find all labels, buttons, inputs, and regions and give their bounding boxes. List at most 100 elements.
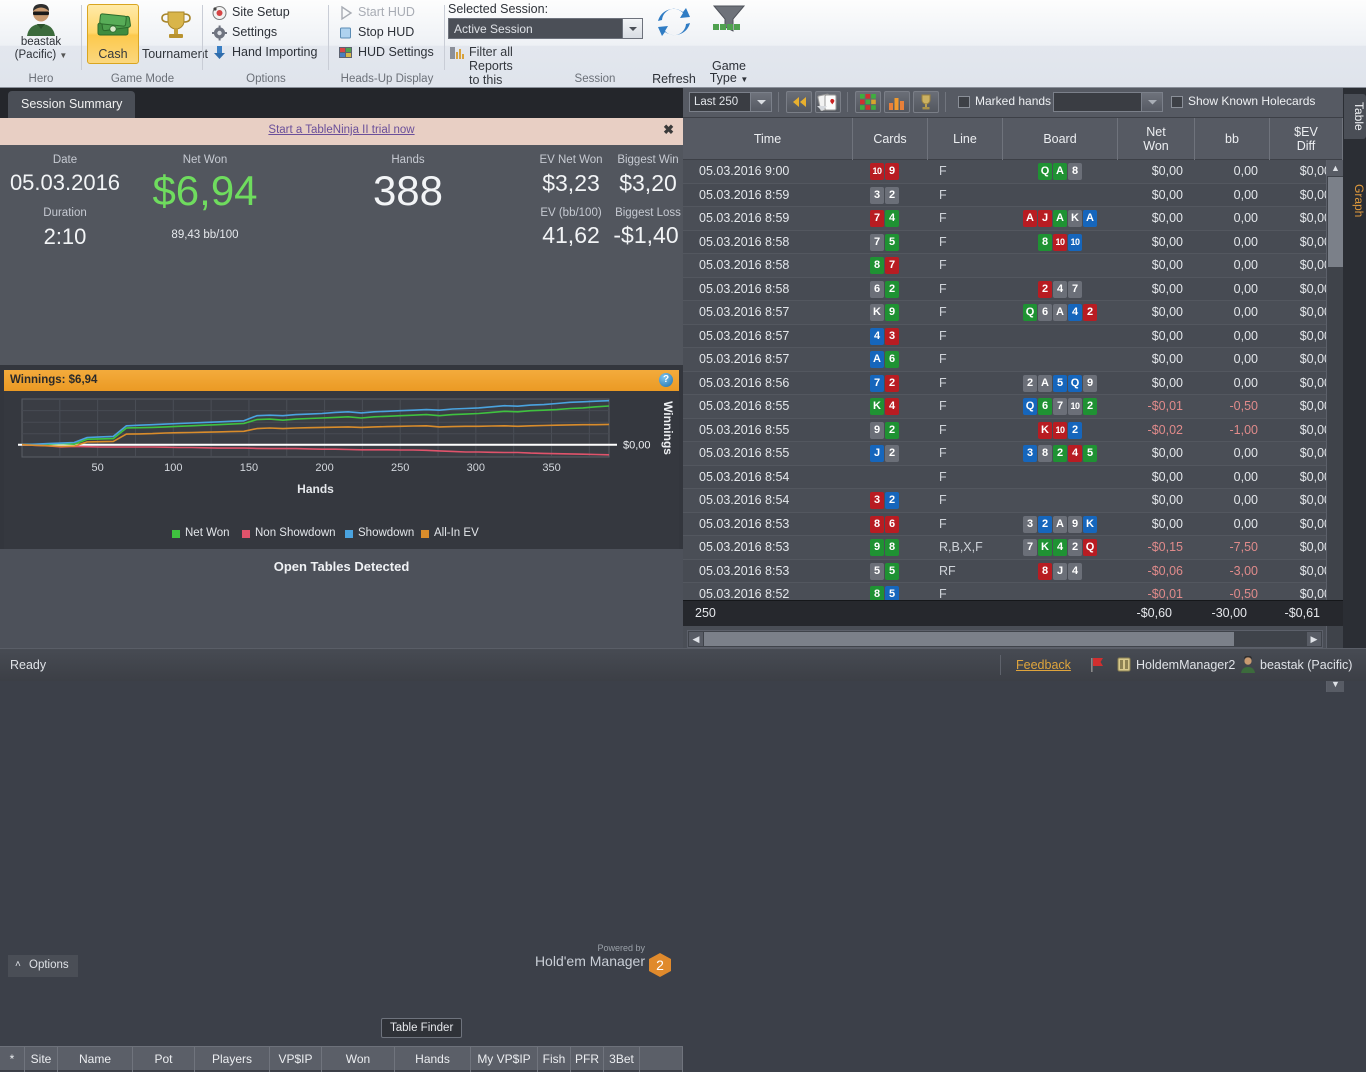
table-row[interactable]: 05.03.2016 8:57K9FQ6A42$0,000,00$0,00MP [683,301,1343,325]
table-row[interactable]: 05.03.2016 8:5672F2A5Q9$0,000,00$0,00MP [683,371,1343,395]
promo-link[interactable]: Start a TableNinja II trial now [0,124,683,136]
open-tables-column-header[interactable]: Name [58,1047,133,1072]
question-mark-icon[interactable]: ? [659,373,673,387]
table-row[interactable]: 05.03.2016 8:55J2F38245$0,000,00$0,00MP [683,442,1343,466]
sort-descending-icon[interactable] [817,106,827,111]
table-row[interactable]: 05.03.2016 8:55 K 4 F Q 6 7 10 2 -$0,01 -0,50 $0,00… [683,395,1343,419]
grid-column-header[interactable]: Line [928,118,1003,160]
table-row[interactable]: 05.03.2016 8:5862F247$0,000,00$0,00EP [683,277,1343,301]
open-tables-column-header[interactable]: Pot [133,1047,195,1072]
cell-line: F [939,258,947,272]
user-avatar-icon [1240,655,1256,673]
selected-session-label: Selected Session: [448,2,549,16]
scroll-left-arrow[interactable]: ◀ [689,632,703,646]
table-row[interactable]: 05.03.2016 8:5355RF8J4-$0,06-3,00$0,00EP [683,559,1343,583]
flag-icon[interactable] [1090,657,1105,672]
net-won-label: Net Won [182,154,228,166]
cash-mode-button[interactable]: Cash [87,4,139,64]
open-tables-column-header[interactable]: 3Bet [604,1047,640,1072]
grid-column-header[interactable]: bb [1195,118,1270,160]
open-tables-column-header[interactable]: My VP$IP [471,1047,538,1072]
close-icon[interactable]: ✖ [663,122,674,138]
ribbon-toolbar: beastak (Pacific) ▼ Hero Cash Tournament… [0,0,1366,101]
table-row[interactable]: 05.03.2016 8:5932F$0,000,00$0,00EP [683,183,1343,207]
holdem-manager-icon[interactable] [1117,657,1131,672]
table-row[interactable]: 05.03.2016 8:5743F$0,000,00$0,00CO [683,324,1343,348]
hole-card: 6 [885,351,899,368]
tournament-mode-button[interactable]: Tournament [142,4,208,64]
hand-count-value: Last 250 [694,96,739,108]
hands-toolbar: Last 250 Marked hands Show Known Holecar… [683,88,1343,118]
chevron-down-icon[interactable] [1141,93,1162,111]
tournament-results-button[interactable] [913,91,939,113]
hole-card: 2 [885,492,899,509]
table-row[interactable]: 05.03.2016 8:5386F32A9K$0,000,00$0,00BTN [683,512,1343,536]
game-type-button[interactable]: Game Type ▼ [700,2,758,85]
grid-column-header[interactable]: Board [1003,118,1118,160]
main-content: Session Summary Start a TableNinja II tr… [0,88,1366,1072]
stop-hud-label: Stop HUD [358,25,415,39]
open-tables-column-header[interactable]: Site [25,1047,58,1072]
chevron-down-icon[interactable]: ▼ [59,51,67,60]
hand-matrix-button[interactable] [855,91,881,113]
grid-column-header[interactable]: Time [683,118,853,160]
chevron-down-icon[interactable] [622,19,642,38]
cell-cards: K4 [870,398,900,416]
ribbon-group-options: Site Setup Settings Hand Importing Optio… [203,0,329,88]
refresh-button[interactable]: Refresh [648,2,700,86]
open-tables-column-header[interactable]: VP$IP [270,1047,322,1072]
cell-cards: 87 [870,257,900,275]
grid-column-header[interactable]: Net Won [1118,118,1195,160]
scroll-up-arrow[interactable]: ▲ [1327,160,1344,176]
hand-count-select[interactable]: Last 250 [689,92,772,112]
grid-column-header[interactable]: Cards [853,118,928,160]
open-tables-column-header[interactable] [640,1047,683,1072]
open-tables-column-header[interactable]: Hands [395,1047,471,1072]
scroll-right-arrow[interactable]: ▶ [1307,632,1321,646]
table-row[interactable]: 05.03.2016 8:54F$0,000,00$0,00CO [683,465,1343,489]
scroll-thumb[interactable] [704,632,1234,646]
horizontal-scrollbar[interactable]: ◀ ▶ [687,630,1323,648]
cell-bb: 0,00 [1233,375,1258,390]
table-row[interactable]: 05.03.2016 8:5974FAJAKA$0,000,00$0,00EP [683,207,1343,231]
table-row[interactable]: 05.03.2016 8:5592FK102-$0,02-1,00$0,00BB [683,418,1343,442]
cell-cards: A6 [870,351,900,369]
bar-chart-button[interactable] [884,91,910,113]
table-finder-button[interactable]: Table Finder [381,1018,463,1038]
tab-table[interactable]: Table [1344,94,1366,139]
chart-options-button[interactable]: ˄ Options [8,955,78,977]
tab-graph[interactable]: Graph [1344,176,1366,225]
open-tables-column-header[interactable]: PFR [571,1047,604,1072]
session-select[interactable]: Active Session [448,18,643,39]
open-tables-column-header[interactable]: Won [322,1047,395,1072]
open-tables-column-header[interactable]: * [0,1047,25,1072]
chart-header: Winnings: $6,94 ? [4,370,679,391]
open-tables-column-header[interactable]: Players [195,1047,270,1072]
group-label-game-mode: Game Mode [110,73,175,85]
tab-session-summary[interactable]: Session Summary [8,91,136,118]
chart-title: Winnings: $6,94 [10,374,98,386]
table-row[interactable]: 05.03.2016 9:00109FQA8$0,000,00$0,00EP [683,160,1343,184]
ev-net-won-label: EV Net Won [539,154,603,166]
board-card: A [1083,210,1097,227]
table-row[interactable]: 05.03.2016 8:5432F$0,000,00$0,00CO [683,489,1343,513]
open-tables-column-header[interactable]: Fish [538,1047,571,1072]
board-card: 3 [1023,445,1037,462]
table-row[interactable]: 05.03.2016 8:5875F81010$0,000,00$0,00EP [683,230,1343,254]
table-row[interactable]: 05.03.2016 8:5887F$0,000,00$0,00EP [683,254,1343,278]
hands-grid-pane: Last 250 Marked hands Show Known Holecar… [683,88,1366,692]
table-row[interactable]: 05.03.2016 8:57A6F$0,000,00$0,00BTN [683,348,1343,372]
chevron-down-icon[interactable] [750,93,771,111]
board-card: A [1023,210,1037,227]
total-ev-diff: -$0,61 [1284,606,1320,620]
feedback-link[interactable]: Feedback [1016,658,1071,672]
cell-board: QA8 [1038,163,1083,181]
hero-name[interactable]: beastak (Pacific) ▼ [0,36,82,62]
grid-column-header-label: Line [953,132,977,146]
table-row[interactable]: 05.03.2016 8:53 9 8 R,B,X,F 7 K 4 2 Q -$0,15 -7,50… [683,536,1343,560]
marked-hands-select[interactable] [1053,92,1163,112]
scroll-thumb[interactable] [1328,177,1343,267]
grid-column-header[interactable]: $EV Diff [1270,118,1343,160]
rewind-button[interactable] [786,91,812,113]
cell-cards: 86 [870,515,900,534]
